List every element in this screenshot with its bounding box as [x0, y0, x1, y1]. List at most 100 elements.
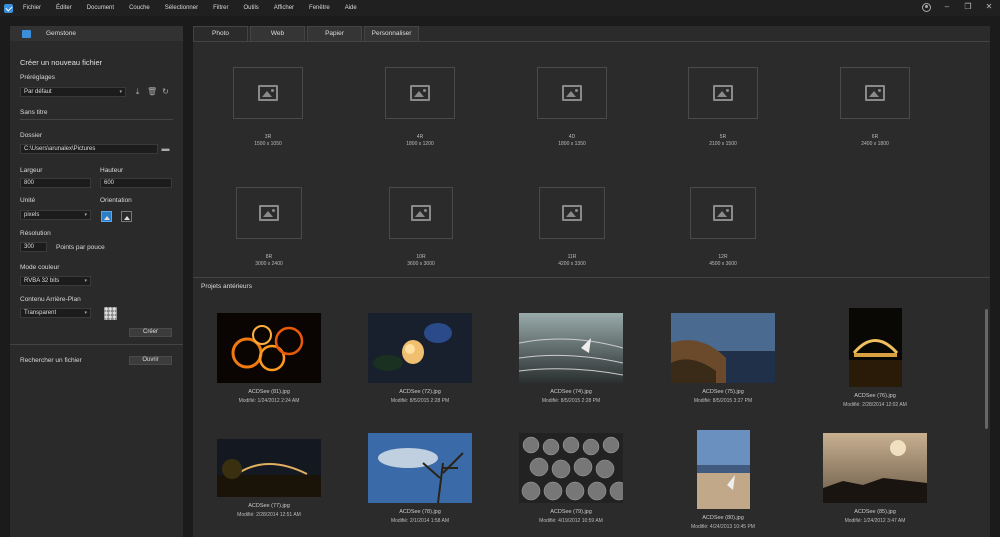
menu-fichier[interactable]: Fichier — [23, 5, 41, 11]
recent-item[interactable]: ACDSee (78).jpg Modifié: 2/1/2014 1:58 AM — [360, 433, 480, 524]
menu-filtrer[interactable]: Filtrer — [213, 5, 228, 11]
minimize-icon[interactable]: – — [942, 2, 952, 12]
recent-item[interactable]: ACDSee (85).jpg Modifié: 1/24/2012 3:47 A… — [815, 433, 935, 524]
open-button[interactable]: Ouvrir — [129, 356, 172, 365]
resolution-label: Résolution — [20, 230, 51, 237]
preset-name: 4D — [568, 134, 576, 140]
save-preset-icon[interactable]: ⤓ — [133, 87, 142, 96]
folder-label: Dossier — [20, 132, 43, 139]
app-logo-icon — [4, 3, 13, 13]
recent-item[interactable]: ACDSee (81).jpg Modifié: 1/24/2012 2:24 A… — [209, 313, 329, 404]
height-label: Hauteur — [100, 167, 124, 174]
preset-thumbnail — [233, 67, 303, 119]
preset-card[interactable]: 8R 3000 x 2400 — [209, 187, 329, 267]
preset-name: 8R — [265, 254, 273, 260]
preset-size: 3000 x 2400 — [255, 261, 283, 267]
preset-card[interactable]: 4R 1800 x 1200 — [360, 67, 480, 147]
recent-item[interactable]: ACDSee (77).jpg Modifié: 2/28/2014 12:51 … — [209, 439, 329, 518]
menu-fenetre[interactable]: Fenêtre — [309, 5, 330, 11]
preset-name: 11R — [567, 254, 577, 260]
reset-preset-icon[interactable]: ↻ — [161, 87, 170, 96]
color-mode-select[interactable]: RVBA 32 bits — [20, 276, 91, 286]
menu-editer[interactable]: Éditer — [56, 5, 72, 11]
preset-thumbnail — [690, 187, 756, 239]
preset-card[interactable]: 10R 3600 x 3000 — [361, 187, 481, 267]
recent-date: Modifié: 2/1/2014 1:58 AM — [390, 518, 450, 524]
recent-thumbnail — [217, 439, 321, 497]
recent-item[interactable]: ACDSee (75).jpg Modifié: 8/5/2015 3:27 PM — [663, 313, 783, 404]
preset-card[interactable]: 3R 1500 x 1050 — [208, 67, 328, 147]
section-divider — [193, 277, 990, 278]
menu-aide[interactable]: Aide — [345, 5, 357, 11]
image-placeholder-icon — [562, 205, 582, 221]
recent-scrollbar[interactable] — [985, 309, 988, 429]
menu-document[interactable]: Document — [87, 5, 114, 11]
preset-thumbnail — [539, 187, 605, 239]
landscape-orientation-icon[interactable] — [101, 211, 112, 222]
recent-thumbnail — [848, 308, 902, 387]
menu-outils[interactable]: Outils — [243, 5, 258, 11]
preset-thumbnail — [840, 67, 910, 119]
preset-card[interactable]: 4D 1800 x 1350 — [512, 67, 632, 147]
preset-thumbnail — [688, 67, 758, 119]
tab-bar: Photo Web Papier Personnaliser — [193, 26, 421, 41]
account-icon[interactable] — [922, 2, 931, 12]
tab-photo[interactable]: Photo — [193, 26, 248, 41]
resolution-unit: Points par pouce — [56, 244, 105, 251]
recent-item[interactable]: ACDSee (80).jpg Modifié: 4/24/2013 10:45 … — [663, 430, 783, 530]
preset-card[interactable]: 5R 2100 x 1500 — [663, 67, 783, 147]
recent-name: ACDSee (74).jpg — [550, 389, 592, 395]
create-button[interactable]: Créer — [129, 328, 172, 337]
image-placeholder-icon — [259, 205, 279, 221]
preset-card[interactable]: 11R 4200 x 3300 — [512, 187, 632, 267]
recent-date: Modifié: 2/28/2014 12:02 AM — [843, 402, 907, 408]
recent-item[interactable]: ACDSee (72).jpg Modifié: 8/5/2015 2:28 PM — [360, 313, 480, 404]
recent-item[interactable]: ACDSee (79).jpg Modifié: 4/19/2012 10:59 … — [511, 433, 631, 524]
width-input[interactable]: 800 — [20, 178, 91, 188]
tab-papier[interactable]: Papier — [307, 26, 362, 41]
recent-item[interactable]: ACDSee (76).jpg Modifié: 2/28/2014 12:02 … — [815, 308, 935, 408]
panel-header: Gemstone — [10, 26, 183, 41]
preset-size: 1800 x 1350 — [558, 141, 586, 147]
background-select[interactable]: Transparent — [20, 308, 91, 318]
delete-preset-icon[interactable]: 🗑 — [147, 87, 157, 96]
close-icon[interactable]: ✕ — [984, 2, 994, 12]
preset-card[interactable]: 12R 4500 x 3600 — [663, 187, 783, 267]
recent-date: Modifié: 2/28/2014 12:51 AM — [237, 512, 301, 518]
preset-name: 5R — [719, 134, 727, 140]
image-placeholder-icon — [258, 85, 278, 101]
folder-input[interactable]: C:\Users\arunalex\Pictures — [20, 144, 158, 154]
preset-size: 1800 x 1200 — [406, 141, 434, 147]
preset-card[interactable]: 6R 2400 x 1800 — [815, 67, 935, 147]
menu-couche[interactable]: Couche — [129, 5, 150, 11]
resolution-input[interactable]: 300 — [20, 242, 47, 252]
menu-selectionner[interactable]: Sélectionner — [165, 5, 198, 11]
recent-item[interactable]: ACDSee (74).jpg Modifié: 8/5/2015 2:28 PM — [511, 313, 631, 404]
recent-name: ACDSee (80).jpg — [702, 515, 744, 521]
tab-personnaliser[interactable]: Personnaliser — [364, 26, 419, 41]
image-placeholder-icon — [562, 85, 582, 101]
recent-thumbnail — [368, 313, 472, 383]
recent-date: Modifié: 4/24/2013 10:45 PM — [691, 524, 755, 530]
main-area: Photo Web Papier Personnaliser 3R 1500 x … — [193, 26, 990, 537]
unit-select[interactable]: pixels — [20, 210, 91, 220]
orientation-label: Orientation — [100, 197, 132, 204]
preset-thumbnail — [537, 67, 607, 119]
recent-date: Modifié: 8/5/2015 2:28 PM — [541, 398, 601, 404]
presets-label: Préréglages — [20, 74, 56, 81]
preset-name: 4R — [416, 134, 424, 140]
transparent-swatch[interactable] — [104, 307, 117, 320]
recent-name: ACDSee (85).jpg — [854, 509, 896, 515]
recent-date: Modifié: 8/5/2015 2:28 PM — [390, 398, 450, 404]
recent-name: ACDSee (75).jpg — [702, 389, 744, 395]
presets-select[interactable]: Par défaut — [20, 87, 126, 97]
file-name-field[interactable]: Sans titre — [20, 109, 47, 116]
tab-web[interactable]: Web — [250, 26, 305, 41]
height-input[interactable]: 600 — [100, 178, 172, 188]
restore-icon[interactable]: ❐ — [963, 2, 973, 12]
background-label: Contenu Arrière-Plan — [20, 296, 81, 303]
image-placeholder-icon — [865, 85, 885, 101]
browse-folder-icon[interactable]: ▬ — [161, 144, 170, 153]
portrait-orientation-icon[interactable] — [121, 211, 132, 222]
menu-afficher[interactable]: Afficher — [274, 5, 294, 11]
